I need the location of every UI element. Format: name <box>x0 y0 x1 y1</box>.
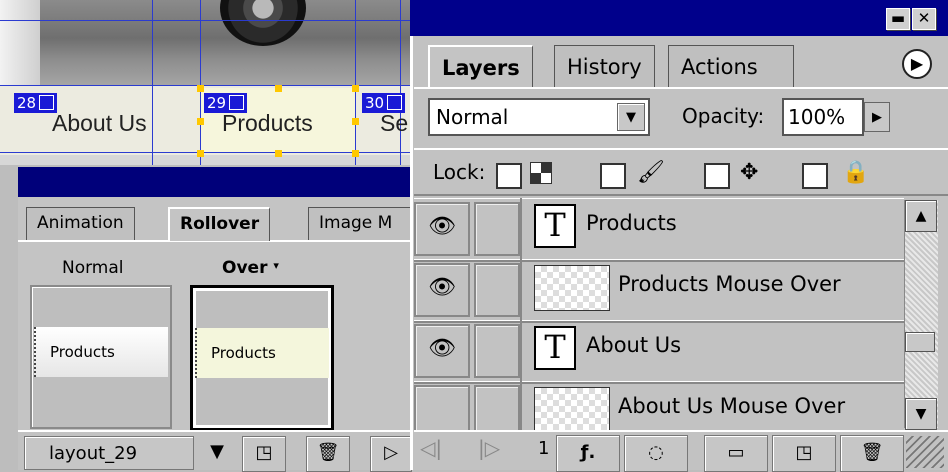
slice-handle[interactable] <box>352 118 359 125</box>
slice-handle[interactable] <box>352 150 359 157</box>
layer-name: Products Mouse Over <box>618 272 841 296</box>
brush-icon: 🖌 <box>637 160 665 185</box>
footer-number: 1 <box>538 438 550 459</box>
layer-link-box[interactable] <box>474 263 520 317</box>
opacity-label: Opacity: <box>682 104 765 128</box>
state-thumb-normal[interactable]: Products <box>30 285 172 429</box>
tab-layers[interactable]: Layers <box>428 45 533 89</box>
trash-icon[interactable]: 🗑 <box>840 435 904 472</box>
state-label-over-text: Over <box>222 258 268 278</box>
slice-handle[interactable] <box>197 118 204 125</box>
slice-handle[interactable] <box>275 85 282 92</box>
scroll-up-icon[interactable]: ▲ <box>905 200 937 232</box>
layer-link-box[interactable] <box>474 324 520 378</box>
guide-line <box>400 0 401 165</box>
layers-scrollbar[interactable] <box>904 200 938 428</box>
slice-tag[interactable]: 28 <box>14 93 58 113</box>
trash-icon: 🗑 <box>316 442 340 463</box>
move-icon: ✥ <box>740 160 759 185</box>
chevron-down-icon[interactable]: ▼ <box>617 103 645 131</box>
layer-style-icon[interactable]: ƒ. <box>556 435 620 472</box>
tab-divider <box>414 87 948 89</box>
opacity-value: 100% <box>788 105 846 129</box>
slice-handle[interactable] <box>197 150 204 157</box>
new-layer-icon[interactable]: ◳ <box>772 435 836 472</box>
thumb-button-text: Products <box>34 327 168 377</box>
pixel-layer-thumb <box>534 387 610 433</box>
slice-handle[interactable] <box>275 150 282 157</box>
scrollbar-thumb[interactable] <box>905 332 935 352</box>
folder-icon[interactable]: ▭ <box>704 435 768 472</box>
slice-handle[interactable] <box>197 85 204 92</box>
column-divider <box>520 198 522 430</box>
play-icon: ▷ <box>384 442 398 463</box>
slice-select-value: layout_29 <box>49 443 138 464</box>
text-layer-thumb: T <box>534 204 576 248</box>
thumb-button-text: Products <box>195 328 329 378</box>
minimize-icon[interactable]: ▬ <box>886 8 910 30</box>
play-button[interactable]: ▷ <box>370 436 412 472</box>
nav-text-services: Se <box>380 110 409 136</box>
transparency-icon <box>530 162 552 184</box>
eye-icon[interactable]: 👁 <box>414 324 470 378</box>
lock-label: Lock: <box>433 160 486 184</box>
palette-title-bar[interactable] <box>410 0 948 36</box>
guide-line <box>355 0 356 165</box>
document-canvas[interactable]: 28 29 30 About Us Products Se <box>0 0 418 165</box>
tab-rollover[interactable]: Rollover <box>168 207 271 241</box>
close-icon[interactable]: ✕ <box>912 8 936 30</box>
panel-menu-icon[interactable]: ▶ <box>902 49 932 79</box>
state-label-over[interactable]: Over ▾ <box>222 258 279 278</box>
dropdown-arrow-icon: ▾ <box>273 259 279 272</box>
chevron-down-icon[interactable]: ▼ <box>196 436 238 470</box>
state-thumb-over[interactable]: Products <box>190 285 334 431</box>
tab-history[interactable]: History <box>554 45 655 88</box>
step-forward-icon[interactable]: |▷ <box>478 436 500 460</box>
eye-icon[interactable]: 👁 <box>414 202 470 256</box>
layer-link-box[interactable] <box>474 202 520 256</box>
resize-grip-icon[interactable] <box>906 436 944 468</box>
state-label-normal: Normal <box>62 258 124 278</box>
nav-text-products: Products <box>222 110 313 136</box>
lock-transparency-checkbox[interactable] <box>496 163 522 189</box>
text-layer-thumb: T <box>534 326 576 370</box>
step-back-icon[interactable]: ◁| <box>420 436 442 460</box>
tab-actions[interactable]: Actions <box>668 45 794 88</box>
delete-state-button[interactable]: 🗑 <box>306 436 350 472</box>
rollover-title-bar[interactable] <box>18 167 418 197</box>
layer-name: Products <box>586 211 677 235</box>
opacity-input[interactable]: 100% <box>782 98 864 136</box>
eye-icon[interactable]: 👁 <box>414 263 470 317</box>
guide-line <box>200 0 201 165</box>
nav-text-about: About Us <box>52 110 147 136</box>
scroll-down-icon[interactable]: ▼ <box>905 398 937 430</box>
blend-mode-value: Normal <box>436 105 509 129</box>
slice-link-icon <box>387 95 403 110</box>
lock-position-checkbox[interactable] <box>704 163 730 189</box>
slice-link-icon <box>39 95 55 110</box>
layer-name: About Us Mouse Over <box>618 394 846 418</box>
padlock-icon: 🔒 <box>842 160 870 185</box>
lock-all-checkbox[interactable] <box>802 163 828 189</box>
lock-image-checkbox[interactable] <box>600 163 626 189</box>
photo-highlight <box>0 0 40 85</box>
rollover-tab-bar: Animation Rollover Image M <box>18 197 440 242</box>
new-layer-icon: ◳ <box>255 442 273 463</box>
slice-number: 28 <box>17 94 37 112</box>
opacity-slider-arrow-icon[interactable]: ▶ <box>864 102 890 132</box>
guide-line <box>152 0 153 165</box>
new-state-button[interactable]: ◳ <box>242 436 286 472</box>
tab-animation[interactable]: Animation <box>26 207 135 240</box>
layer-name: About Us <box>586 333 682 357</box>
slice-link-icon <box>229 95 245 110</box>
mask-icon[interactable]: ◌ <box>624 435 688 472</box>
slice-handle[interactable] <box>352 85 359 92</box>
slice-select[interactable]: layout_29 <box>24 436 194 470</box>
pixel-layer-thumb <box>534 265 610 311</box>
